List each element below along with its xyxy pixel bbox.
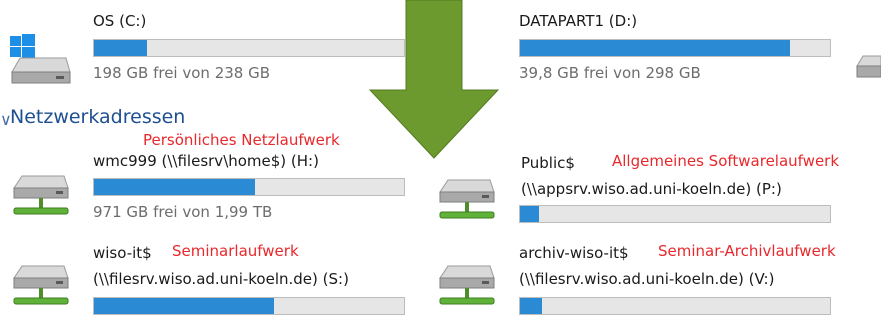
- drive-s-usage-bar: [93, 297, 405, 315]
- drive-v-name[interactable]: archiv-wiso-it$: [519, 244, 629, 262]
- drive-c-free-text: 198 GB frei von 238 GB: [93, 64, 271, 82]
- drive-v-path[interactable]: (\\filesrv.wiso.ad.uni-koeln.de) (V:): [519, 270, 774, 288]
- drive-h-name[interactable]: wmc999 (\\filesrv\home$) (H:): [93, 152, 319, 170]
- drive-h-free-text: 971 GB frei von 1,99 TB: [93, 203, 273, 221]
- green-down-arrow-icon: [366, 0, 502, 164]
- network-drive-icon[interactable]: [436, 176, 498, 224]
- drive-h-usage-bar: [93, 178, 405, 196]
- drive-h-annotation: Persönliches Netzlaufwerk: [143, 131, 340, 149]
- drive-d-free-text: 39,8 GB frei von 298 GB: [519, 64, 701, 82]
- windows-drive-icon[interactable]: [6, 28, 72, 86]
- drive-p-name[interactable]: Public$: [521, 154, 575, 172]
- drive-c-usage-bar: [93, 39, 405, 57]
- drive-v-usage-bar: [519, 297, 831, 315]
- drive-c-name[interactable]: OS (C:): [93, 12, 146, 30]
- drive-v-usage-fill: [520, 298, 542, 314]
- drive-v-annotation: Seminar-Archivlaufwerk: [658, 242, 836, 260]
- drive-p-path[interactable]: (\\appsrv.wiso.ad.uni-koeln.de) (P:): [521, 180, 782, 198]
- drive-s-path[interactable]: (\\filesrv.wiso.ad.uni-koeln.de) (S:): [93, 270, 349, 288]
- drive-s-usage-fill: [94, 298, 274, 314]
- drive-s-annotation: Seminarlaufwerk: [172, 242, 299, 260]
- network-drive-icon[interactable]: [10, 172, 72, 220]
- drive-d-name[interactable]: DATAPART1 (D:): [519, 12, 637, 30]
- section-title-netzwerkadressen[interactable]: Netzwerkadressen: [10, 106, 185, 128]
- drive-p-usage-bar: [519, 205, 831, 223]
- drive-h-usage-fill: [94, 179, 256, 195]
- drive-d-usage-fill: [520, 40, 790, 56]
- drive-p-usage-fill: [520, 206, 539, 222]
- drive-d-usage-bar: [519, 39, 831, 57]
- network-drive-icon[interactable]: [10, 262, 72, 310]
- drive-s-name[interactable]: wiso-it$: [93, 244, 152, 262]
- network-drive-icon[interactable]: [436, 262, 498, 310]
- drive-c-usage-fill: [94, 40, 147, 56]
- drive-icon-partial[interactable]: [853, 50, 881, 84]
- drive-p-annotation: Allgemeines Softwarelaufwerk: [612, 152, 840, 170]
